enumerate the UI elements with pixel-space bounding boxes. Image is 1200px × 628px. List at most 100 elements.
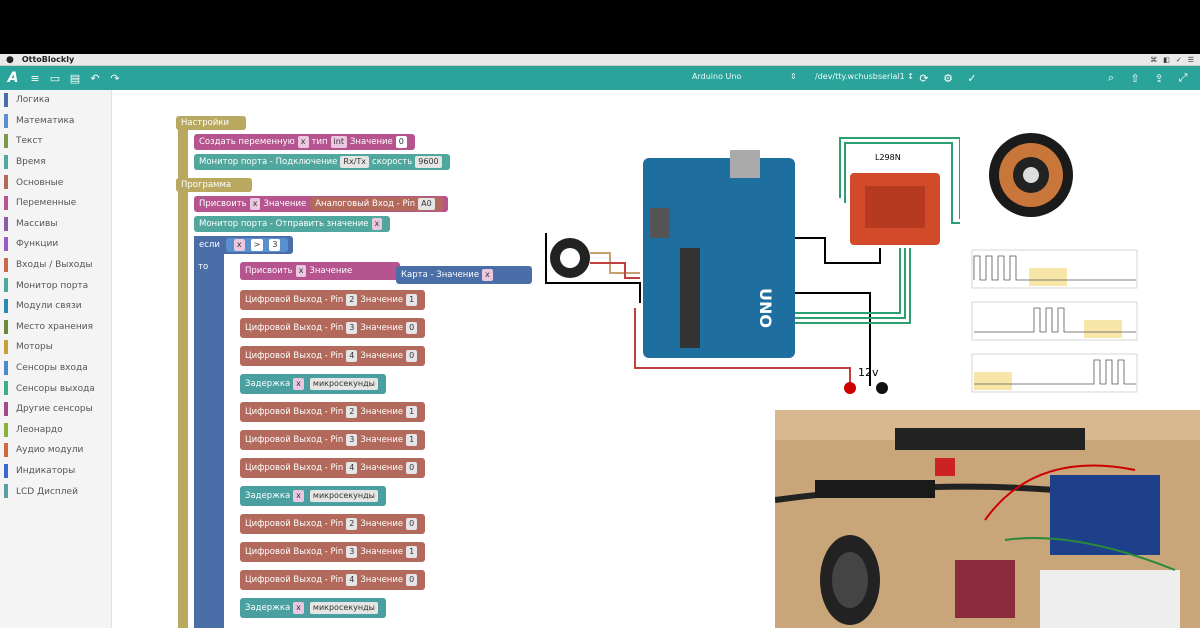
delay-unit-slot[interactable]: микросекунды	[309, 490, 378, 502]
verify-icon[interactable]: ✓	[963, 69, 981, 87]
create-variable-block[interactable]: Создать переменную x тип int Значение 0	[194, 134, 415, 150]
compare-var-slot[interactable]: x	[233, 239, 245, 251]
status-icon-4[interactable]: ☰	[1188, 56, 1194, 64]
status-icon-2[interactable]: ◧	[1163, 56, 1170, 64]
level-slot[interactable]: 1	[406, 406, 418, 418]
level-slot[interactable]: 1	[406, 434, 418, 446]
pin-slot[interactable]: 2	[346, 294, 358, 306]
pin-slot[interactable]: 3	[346, 546, 358, 558]
status-icon-1[interactable]: ⌘	[1150, 56, 1157, 64]
analog-input-block[interactable]: Аналоговый Вход - Pin A0	[310, 197, 443, 211]
refresh-icon[interactable]: ⟳	[915, 69, 933, 87]
var-type-slot[interactable]: int	[330, 136, 347, 148]
category-item[interactable]: LCD Дисплей	[0, 481, 111, 502]
category-item[interactable]: Логика	[0, 90, 111, 111]
monitor-icon[interactable]: ⌕	[1102, 69, 1120, 87]
category-item[interactable]: Массивы	[0, 214, 111, 235]
assign-map-var-slot[interactable]: x	[295, 265, 307, 277]
menu-icon[interactable]: ≡	[26, 69, 44, 87]
delay-block[interactable]: Задержка x микросекунды	[240, 486, 386, 506]
level-slot[interactable]: 1	[406, 546, 418, 558]
compare-value-slot[interactable]: 3	[269, 239, 281, 251]
category-item[interactable]: Монитор порта	[0, 275, 111, 296]
delay-unit-slot[interactable]: микросекунды	[309, 378, 378, 390]
delay-var-slot[interactable]: x	[293, 378, 304, 390]
category-item[interactable]: Математика	[0, 111, 111, 132]
category-item[interactable]: Место хранения	[0, 317, 111, 338]
digital-write-block[interactable]: Цифровой Выход - Pin 2 Значение 0	[240, 514, 426, 534]
pin-slot[interactable]: 2	[346, 518, 358, 530]
delay-var-slot[interactable]: x	[293, 490, 304, 502]
board-selector[interactable]: Arduino Uno	[692, 72, 741, 81]
var-name-slot[interactable]: x	[297, 136, 309, 148]
category-item[interactable]: Переменные	[0, 193, 111, 214]
serial-setup-block[interactable]: Монитор порта - Подключение Rx/Tx скорос…	[194, 154, 450, 170]
apple-icon[interactable]: ●	[6, 55, 14, 65]
category-item[interactable]: Сенсоры выхода	[0, 378, 111, 399]
redo-icon[interactable]: ↷	[106, 69, 124, 87]
settings-icon[interactable]: ⚙	[939, 69, 957, 87]
var-init-slot[interactable]: 0	[395, 136, 407, 148]
setup-block[interactable]: Настройки	[176, 116, 246, 130]
compare-op-slot[interactable]: >	[250, 239, 264, 251]
level-slot[interactable]: 0	[406, 322, 418, 334]
category-item[interactable]: Функции	[0, 234, 111, 255]
category-item[interactable]: Сенсоры входа	[0, 358, 111, 379]
port-selector[interactable]: /dev/tty.wchusbserial1 ↕	[815, 72, 914, 81]
fullscreen-icon[interactable]: ⤢	[1174, 69, 1192, 87]
map-var-slot[interactable]: x	[482, 269, 493, 281]
pin-slot[interactable]: 4	[346, 350, 358, 362]
assign-map-block[interactable]: Присвоить x Значение	[240, 262, 400, 280]
assign-analog-block[interactable]: Присвоить x Значение Аналоговый Вход - P…	[194, 196, 448, 212]
category-item[interactable]: Основные	[0, 172, 111, 193]
status-icon-3[interactable]: ✓	[1176, 56, 1182, 64]
rxtx-slot[interactable]: Rx/Tx	[340, 156, 370, 168]
level-slot[interactable]: 0	[406, 462, 418, 474]
assign-var-slot[interactable]: x	[249, 198, 261, 210]
save-icon[interactable]: ▭	[46, 69, 64, 87]
digital-write-block[interactable]: Цифровой Выход - Pin 3 Значение 1	[240, 430, 426, 450]
pin-slot[interactable]: 4	[346, 574, 358, 586]
compare-block[interactable]: x > 3	[225, 238, 289, 252]
map-block[interactable]: Карта - Значение x	[396, 266, 532, 284]
open-icon[interactable]: ▤	[66, 69, 84, 87]
pin-slot[interactable]: 3	[346, 322, 358, 334]
digital-write-block[interactable]: Цифровой Выход - Pin 4 Значение 0	[240, 346, 426, 366]
category-item[interactable]: Текст	[0, 131, 111, 152]
level-slot[interactable]: 1	[406, 294, 418, 306]
app-name[interactable]: OttoBlockly	[22, 55, 74, 64]
digital-write-block[interactable]: Цифровой Выход - Pin 2 Значение 1	[240, 290, 426, 310]
digital-write-block[interactable]: Цифровой Выход - Pin 3 Значение 1	[240, 542, 426, 562]
category-item[interactable]: Моторы	[0, 337, 111, 358]
delay-var-slot[interactable]: x	[293, 602, 304, 614]
category-item[interactable]: Время	[0, 152, 111, 173]
digital-write-block[interactable]: Цифровой Выход - Pin 4 Значение 0	[240, 458, 426, 478]
category-item[interactable]: Аудио модули	[0, 440, 111, 461]
send-var-slot[interactable]: x	[371, 218, 383, 230]
pin-slot[interactable]: 4	[346, 462, 358, 474]
category-item[interactable]: Другие сенсоры	[0, 399, 111, 420]
category-item[interactable]: Леонардо	[0, 420, 111, 441]
level-slot[interactable]: 0	[406, 350, 418, 362]
serial-send-block[interactable]: Монитор порта - Отправить значение x	[194, 216, 391, 232]
digital-write-block[interactable]: Цифровой Выход - Pin 3 Значение 0	[240, 318, 426, 338]
pin-slot[interactable]: 2	[346, 406, 358, 418]
if-block[interactable]: если x > 3	[194, 236, 294, 254]
delay-block[interactable]: Задержка x микросекунды	[240, 374, 386, 394]
pin-slot[interactable]: 3	[346, 434, 358, 446]
export-icon[interactable]: ⇪	[1150, 69, 1168, 87]
category-item[interactable]: Индикаторы	[0, 461, 111, 482]
category-item[interactable]: Входы / Выходы	[0, 255, 111, 276]
program-block[interactable]: Программа	[176, 178, 252, 192]
speed-slot[interactable]: 9600	[415, 156, 442, 168]
digital-write-block[interactable]: Цифровой Выход - Pin 2 Значение 1	[240, 402, 426, 422]
level-slot[interactable]: 0	[406, 518, 418, 530]
digital-write-block[interactable]: Цифровой Выход - Pin 4 Значение 0	[240, 570, 426, 590]
level-slot[interactable]: 0	[406, 574, 418, 586]
delay-block[interactable]: Задержка x микросекунды	[240, 598, 386, 618]
analog-pin-slot[interactable]: A0	[418, 198, 435, 210]
delay-unit-slot[interactable]: микросекунды	[309, 602, 378, 614]
undo-icon[interactable]: ↶	[86, 69, 104, 87]
category-item[interactable]: Модули связи	[0, 296, 111, 317]
upload-icon[interactable]: ⇧	[1126, 69, 1144, 87]
